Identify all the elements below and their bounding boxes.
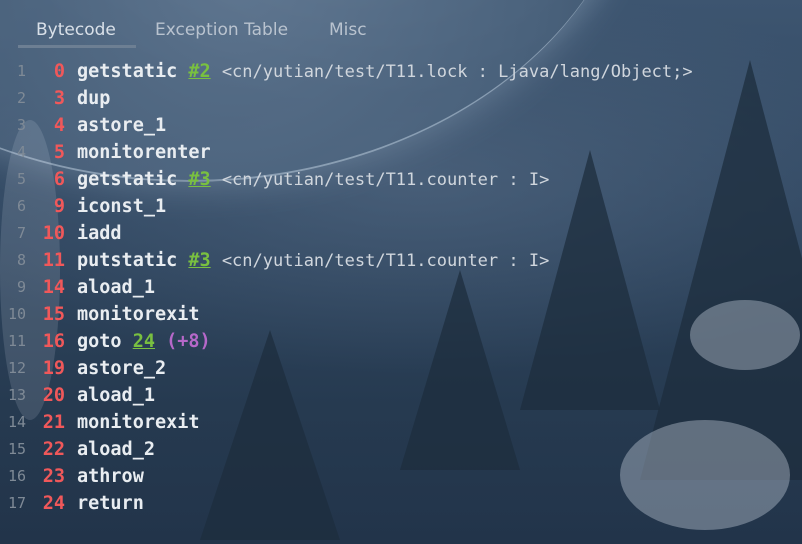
bytecode-offset: 14 [42, 277, 65, 298]
opcode-instruction: putstatic #3 <cn/yutian/test/T11.counter… [77, 247, 549, 275]
bytecode-row: 13 20 aload_1 [0, 382, 802, 409]
constant-pool-ref-link[interactable]: #2 [188, 61, 210, 82]
opcode-name: getstatic [77, 61, 178, 82]
opcode-instruction: getstatic #2 <cn/yutian/test/T11.lock : … [77, 58, 693, 86]
line-number: 2 [16, 89, 26, 107]
bytecode-row: 15 22 aload_2 [0, 436, 802, 463]
line-number: 8 [16, 251, 26, 269]
opcode-instruction: return [77, 490, 144, 517]
opcode-instruction: monitorenter [77, 139, 211, 166]
opcode-name: putstatic [77, 250, 178, 271]
opcode-instruction: astore_2 [77, 355, 166, 382]
opcode-instruction: goto 24 (+8) [77, 328, 211, 355]
bytecode-row: 11 16 goto 24 (+8) [0, 328, 802, 355]
bytecode-row: 1 0 getstatic #2 <cn/yutian/test/T11.lock … [0, 58, 802, 85]
bytecode-row: 16 23 athrow [0, 463, 802, 490]
active-tab-indicator [18, 45, 136, 48]
bytecode-offset: 10 [42, 223, 65, 244]
line-number: 9 [16, 278, 26, 296]
bytecode-row: 2 3 dup [0, 85, 802, 112]
bytecode-offset: 0 [53, 61, 65, 82]
line-number: 13 [7, 386, 26, 404]
opcode-name: aload_2 [77, 439, 155, 460]
opcode-instruction: iconst_1 [77, 193, 166, 220]
opcode-name: athrow [77, 466, 144, 487]
opcode-name: aload_1 [77, 385, 155, 406]
opcode-name: monitorexit [77, 412, 200, 433]
bytecode-row: 3 4 astore_1 [0, 112, 802, 139]
bytecode-row: 8 11 putstatic #3 <cn/yutian/test/T11.coun… [0, 247, 802, 274]
line-number: 11 [7, 332, 26, 350]
opcode-name: astore_1 [77, 115, 167, 136]
bytecode-offset: 6 [53, 169, 65, 190]
opcode-name: dup [77, 88, 111, 109]
opcode-name: aload_1 [77, 277, 155, 298]
bytecode-row: 12 19 astore_2 [0, 355, 802, 382]
bytecode-offset: 5 [53, 142, 65, 163]
bytecode-offset: 16 [42, 331, 65, 352]
bytecode-row: 5 6 getstatic #3 <cn/yutian/test/T11.count… [0, 166, 802, 193]
tab-misc[interactable]: Misc [329, 20, 367, 44]
constant-pool-ref-link[interactable]: #3 [188, 250, 210, 271]
bytecode-row: 6 9 iconst_1 [0, 193, 802, 220]
opcode-instruction: iadd [77, 220, 122, 247]
opcode-instruction: aload_1 [77, 382, 155, 409]
bytecode-offset: 24 [42, 493, 65, 514]
bytecode-offset: 4 [53, 115, 65, 136]
bytecode-listing: 1 0 getstatic #2 <cn/yutian/test/T11.lock … [0, 58, 802, 517]
line-number: 7 [16, 224, 26, 242]
line-number: 1 [16, 62, 26, 80]
bytecode-offset: 23 [42, 466, 65, 487]
opcode-instruction: monitorexit [77, 301, 200, 328]
opcode-instruction: monitorexit [77, 409, 200, 436]
opcode-instruction: athrow [77, 463, 144, 490]
tab-bytecode[interactable]: Bytecode [36, 20, 116, 44]
constant-descriptor: <cn/yutian/test/T11.lock : Ljava/lang/Ob… [221, 62, 693, 82]
jump-delta: (+8) [166, 331, 211, 352]
opcode-name: iconst_1 [77, 196, 167, 217]
bytecode-offset: 22 [42, 439, 65, 460]
line-number: 12 [7, 359, 26, 377]
opcode-name: monitorexit [77, 304, 200, 325]
bytecode-row: 14 21 monitorexit [0, 409, 802, 436]
line-number: 3 [16, 116, 26, 134]
constant-descriptor: <cn/yutian/test/T11.counter : I> [221, 170, 550, 190]
tab-bar: Bytecode Exception Table Misc [0, 0, 802, 50]
line-number: 17 [7, 494, 26, 512]
jump-target-link[interactable]: 24 [133, 331, 155, 352]
opcode-name: iadd [77, 223, 122, 244]
bytecode-row: 4 5 monitorenter [0, 139, 802, 166]
bytecode-offset: 20 [42, 385, 65, 406]
bytecode-offset: 11 [42, 250, 65, 271]
bytecode-row: 10 15 monitorexit [0, 301, 802, 328]
line-number: 6 [16, 197, 26, 215]
bytecode-row: 7 10 iadd [0, 220, 802, 247]
opcode-name: goto [77, 331, 122, 352]
bytecode-offset: 3 [53, 88, 65, 109]
opcode-instruction: aload_1 [77, 274, 155, 301]
bytecode-row: 9 14 aload_1 [0, 274, 802, 301]
bytecode-offset: 21 [42, 412, 65, 433]
opcode-name: getstatic [77, 169, 178, 190]
opcode-instruction: aload_2 [77, 436, 155, 463]
bytecode-offset: 19 [42, 358, 65, 379]
opcode-name: monitorenter [77, 142, 211, 163]
bytecode-offset: 15 [42, 304, 65, 325]
bytecode-offset: 9 [53, 196, 65, 217]
line-number: 14 [7, 413, 26, 431]
opcode-instruction: getstatic #3 <cn/yutian/test/T11.counter… [77, 166, 549, 194]
line-number: 16 [7, 467, 26, 485]
line-number: 4 [16, 143, 26, 161]
line-number: 10 [7, 305, 26, 323]
opcode-instruction: astore_1 [77, 112, 166, 139]
opcode-name: astore_2 [77, 358, 167, 379]
line-number: 5 [16, 170, 26, 188]
constant-pool-ref-link[interactable]: #3 [188, 169, 210, 190]
opcode-instruction: dup [77, 85, 110, 112]
bytecode-row: 17 24 return [0, 490, 802, 517]
line-number: 15 [7, 440, 26, 458]
tab-exception-table[interactable]: Exception Table [155, 20, 288, 44]
opcode-name: return [77, 493, 144, 514]
constant-descriptor: <cn/yutian/test/T11.counter : I> [221, 251, 550, 271]
